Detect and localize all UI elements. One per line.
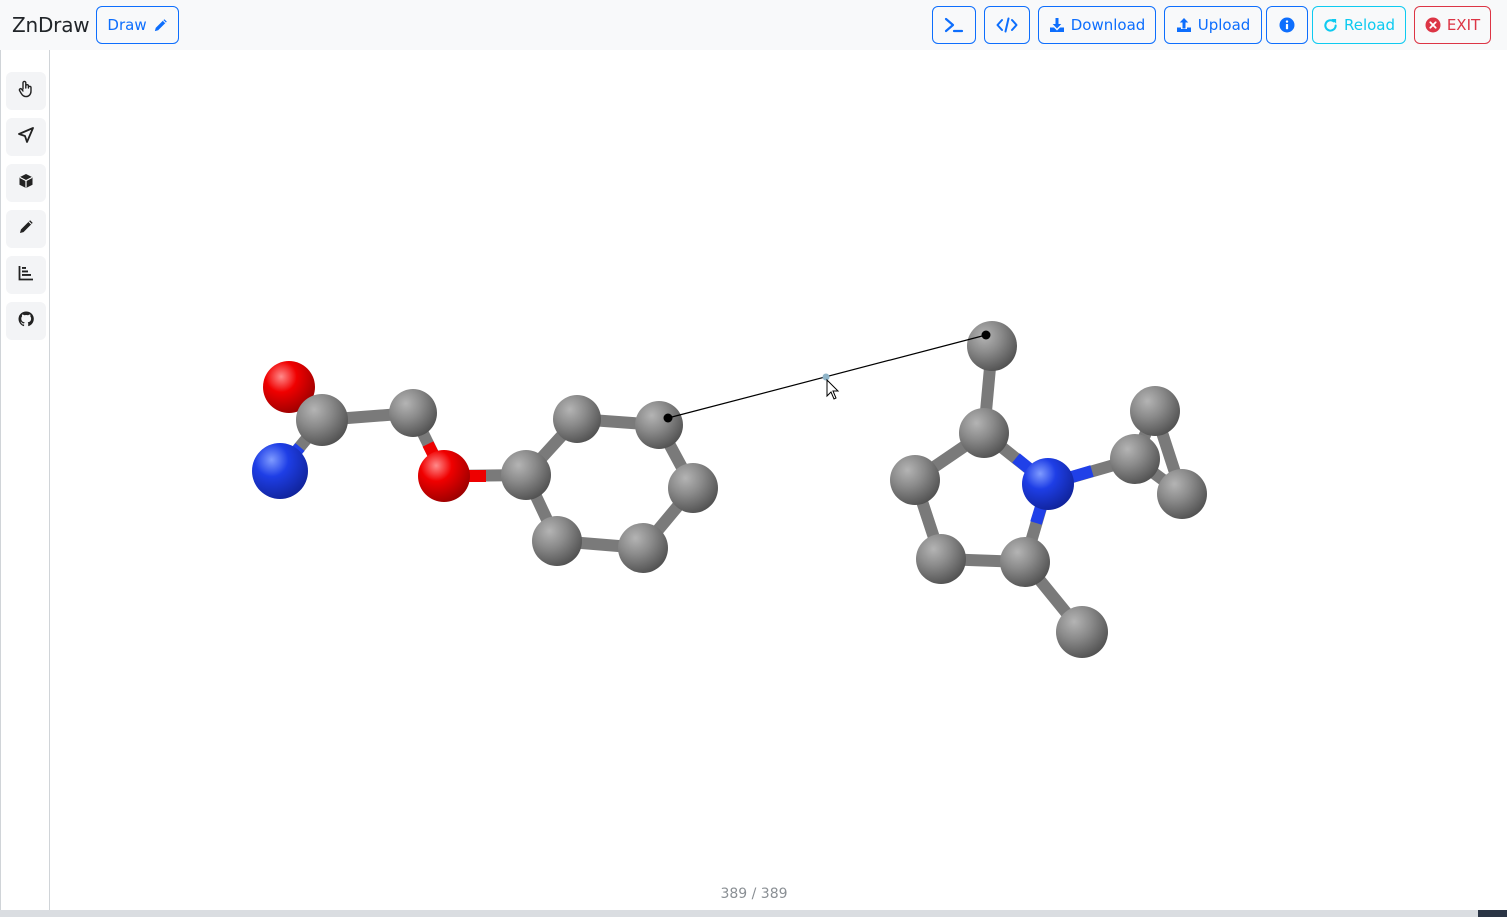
pencil-icon bbox=[153, 18, 168, 33]
info-button[interactable] bbox=[1266, 6, 1308, 44]
atom-carbon bbox=[890, 455, 940, 505]
atom-carbon bbox=[553, 395, 601, 443]
draw-button[interactable]: Draw bbox=[96, 6, 179, 44]
upload-icon bbox=[1176, 17, 1192, 33]
sidebar-item-interaction[interactable] bbox=[6, 118, 46, 156]
sidebar-item-github[interactable] bbox=[6, 302, 46, 340]
bar-chart-icon bbox=[18, 265, 34, 286]
line-endpoint bbox=[663, 413, 673, 423]
pointer-hand-icon bbox=[18, 80, 34, 103]
atom-carbon bbox=[967, 321, 1017, 371]
top-navbar: ZnDraw Draw Download Upload Reload EXIT bbox=[0, 0, 1507, 50]
atom-carbon bbox=[1056, 606, 1108, 658]
reload-button[interactable]: Reload bbox=[1312, 6, 1406, 44]
atom-nitrogen bbox=[252, 443, 308, 499]
molecule-viewport[interactable] bbox=[50, 50, 1507, 915]
github-icon bbox=[18, 310, 34, 332]
line-endpoint bbox=[981, 330, 991, 340]
reload-button-label: Reload bbox=[1343, 16, 1396, 34]
atom-carbon bbox=[532, 516, 582, 566]
atom-carbon bbox=[1157, 469, 1207, 519]
reload-icon bbox=[1323, 18, 1338, 33]
sidebar-item-analysis[interactable] bbox=[6, 256, 46, 294]
cube-icon bbox=[18, 173, 34, 194]
drawn-line[interactable] bbox=[663, 330, 991, 423]
mouse-cursor-icon bbox=[826, 378, 840, 400]
exit-button-label: EXIT bbox=[1446, 16, 1481, 34]
close-circle-icon bbox=[1425, 17, 1441, 33]
atom-carbon bbox=[1110, 434, 1160, 484]
atom-carbon bbox=[1130, 386, 1180, 436]
atom-carbon bbox=[296, 394, 348, 446]
frame-counter: 389 / 389 bbox=[720, 886, 788, 902]
exit-button[interactable]: EXIT bbox=[1414, 6, 1491, 44]
download-button-label: Download bbox=[1070, 16, 1146, 34]
atom-nitrogen bbox=[1022, 458, 1074, 510]
sidebar-item-drawing[interactable] bbox=[6, 210, 46, 248]
upload-button[interactable]: Upload bbox=[1164, 6, 1262, 44]
atom-carbon bbox=[389, 389, 437, 437]
molecule-canvas[interactable] bbox=[50, 50, 1507, 910]
upload-button-label: Upload bbox=[1197, 16, 1251, 34]
atom-carbon bbox=[668, 463, 718, 513]
atom-carbon bbox=[501, 450, 551, 500]
atom-carbon bbox=[635, 401, 683, 449]
atom-carbon bbox=[916, 534, 966, 584]
download-icon bbox=[1049, 17, 1065, 33]
location-arrow-icon bbox=[18, 126, 34, 148]
terminal-icon bbox=[944, 17, 964, 33]
progress-bar[interactable] bbox=[0, 910, 1507, 917]
pencil-icon bbox=[18, 219, 34, 240]
sidebar-item-selection[interactable] bbox=[6, 72, 46, 110]
atom-carbon bbox=[959, 408, 1009, 458]
app-title: ZnDraw bbox=[12, 13, 90, 37]
console-button[interactable] bbox=[932, 6, 976, 44]
atom-oxygen bbox=[418, 450, 470, 502]
sidebar-item-scene[interactable] bbox=[6, 164, 46, 202]
progress-bar-handle[interactable] bbox=[1478, 910, 1507, 917]
draw-button-label: Draw bbox=[107, 16, 147, 34]
code-button[interactable] bbox=[984, 6, 1030, 44]
atom-carbon bbox=[618, 523, 668, 573]
line-midpoint bbox=[822, 373, 830, 381]
atom-carbon bbox=[1000, 537, 1050, 587]
sidebar bbox=[0, 50, 50, 912]
download-button[interactable]: Download bbox=[1038, 6, 1156, 44]
info-circle-icon bbox=[1279, 17, 1295, 33]
code-icon bbox=[996, 17, 1018, 33]
